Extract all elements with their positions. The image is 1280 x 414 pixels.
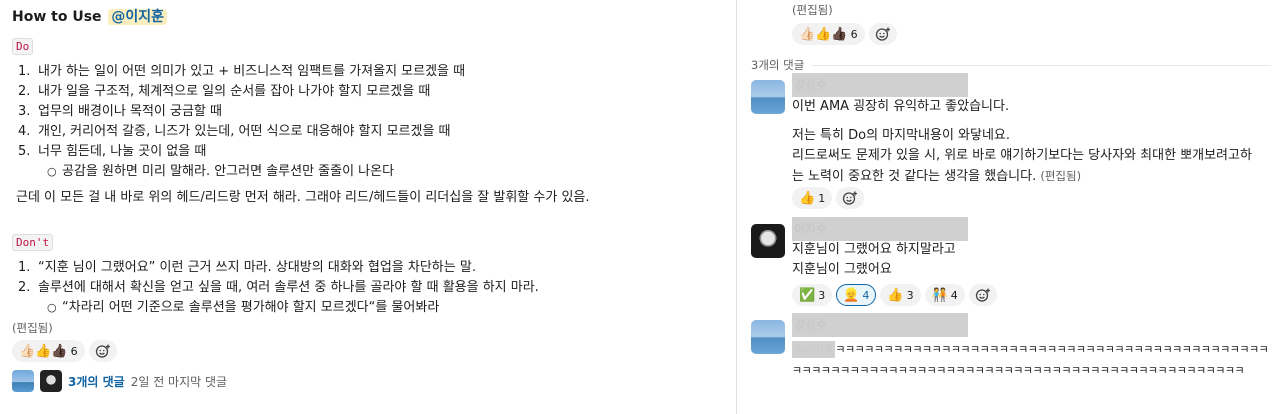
thumbs-up-icon: 👍 (887, 287, 904, 303)
reaction-thumbs[interactable]: 👍 1 (792, 187, 833, 209)
reply-count-divider: 3개의 댓글 (751, 57, 1271, 73)
dont-list: 1. “지훈 님이 그랬어요” 이런 근거 쓰지 마라. 상대방의 대화와 협업을… (12, 258, 539, 318)
message-pane: How to Use @이지훈 Do 1. 내가 하는 일이 어떤 의미가 있고 … (0, 0, 736, 414)
avatar[interactable] (751, 320, 785, 354)
person-icon: 👱 (843, 287, 860, 303)
message-text: 이번 AMA 굉장히 유익하고 좋았습니다. 저는 특히 Do의 마지막내용이 … (792, 99, 1252, 184)
sub-list-item: ○ 공감을 원하면 미리 말해라. 안그러면 솔루션만 줄줄이 나온다 (47, 164, 395, 179)
do-label: Do (12, 38, 34, 55)
edited-label: (편집됨) (1040, 169, 1082, 183)
reaction-thumbs[interactable]: 👍🏻👍👍🏿 6 (12, 340, 85, 362)
list-item: 1. 내가 하는 일이 어떤 의미가 있고 + 비즈니스적 임팩트를 가져올지 모… (18, 64, 466, 79)
do-list: 1. 내가 하는 일이 어떤 의미가 있고 + 비즈니스적 임팩트를 가져올지 모… (12, 62, 465, 182)
reaction-count: 3 (906, 288, 914, 302)
add-reaction-button[interactable] (868, 23, 897, 45)
list-item: 4. 개인, 커리어적 갈증, 니즈가 있는데, 어떤 식으로 대응해야 할지 모… (18, 124, 451, 139)
sender-name[interactable]: 강성수 (792, 313, 968, 337)
message-text: 지훈님이 그랬어요 하지말라고 지훈님이 그랬어요 (792, 242, 956, 277)
add-emoji-icon (95, 344, 110, 358)
reaction-thumbs[interactable]: 👍🏻👍👍🏿 6 (792, 23, 865, 45)
thumbs-up-icon: 👍🏻👍👍🏿 (19, 343, 68, 359)
title-text: How to Use (12, 9, 102, 25)
add-emoji-icon (843, 191, 858, 205)
thread-summary[interactable]: 3개의 댓글 2일 전 마지막 댓글 (12, 370, 227, 392)
add-reaction-button[interactable] (836, 187, 865, 209)
add-reaction-button[interactable] (968, 284, 997, 306)
list-item: 2. 솔루션에 대해서 확신을 얻고 싶을 때, 여러 솔루션 중 하나를 골라야… (18, 280, 539, 295)
message-text: @이지훈 ㅋㅋㅋㅋㅋㅋㅋㅋㅋㅋㅋㅋㅋㅋㅋㅋㅋㅋㅋㅋㅋㅋㅋㅋㅋㅋㅋㅋㅋㅋㅋㅋㅋㅋㅋㅋ… (792, 341, 1269, 377)
add-emoji-icon (875, 27, 890, 41)
reaction-count: 1 (818, 191, 826, 205)
list-item: 2. 내가 일을 구조적, 체계적으로 일의 순서를 잡아 나가야 할지 모르겠을… (18, 84, 431, 99)
reaction-bar: 👍🏻👍👍🏿 6 (792, 23, 897, 45)
reaction-count: 6 (70, 344, 78, 358)
avatar (12, 370, 34, 392)
reaction-count: 3 (818, 288, 826, 302)
reaction-bar: 👍🏻👍👍🏿 6 (12, 340, 117, 362)
page-title: How to Use @이지훈 (12, 7, 168, 27)
reaction-bar: ✅ 3 👱 4 👍 3 🧑‍🤝‍🧑 4 (792, 284, 997, 306)
reaction-check[interactable]: ✅ 3 (792, 284, 833, 306)
people-icon: 🧑‍🤝‍🧑 (931, 287, 948, 303)
user-mention[interactable]: @이지훈 (108, 9, 168, 25)
reaction-count: 4 (950, 288, 958, 302)
reaction-bar: 👍 1 (792, 187, 865, 209)
reply-count: 3개의 댓글 (751, 58, 805, 72)
check-mark-icon: ✅ (799, 287, 816, 303)
thread-last-reply: 2일 전 마지막 댓글 (130, 374, 228, 389)
sender-name[interactable]: 강성수 (792, 73, 968, 97)
user-mention[interactable]: @이지훈 (792, 341, 836, 358)
sub-list-item: ○ “차라리 어떤 기준으로 솔루션을 평가해야 할지 모르겠다“를 물어봐라 (47, 300, 440, 315)
thumbs-up-icon: 👍 (799, 190, 816, 206)
reaction-count: 4 (862, 288, 870, 302)
list-item: 1. “지훈 님이 그랬어요” 이런 근거 쓰지 마라. 상대방의 대화와 협업을… (18, 260, 476, 275)
reaction-thumbs[interactable]: 👍 3 (880, 284, 921, 306)
reaction-count: 6 (850, 27, 858, 41)
edited-label: (편집됨) (12, 321, 53, 335)
add-emoji-icon (975, 288, 990, 302)
add-reaction-button[interactable] (88, 340, 117, 362)
reaction-people[interactable]: 🧑‍🤝‍🧑 4 (924, 284, 965, 306)
do-paragraph: 근데 이 모든 걸 내 바로 위의 헤드/리드랑 먼저 해라. 그래야 리드/헤… (16, 190, 590, 205)
avatar[interactable] (751, 224, 785, 258)
reaction-person[interactable]: 👱 4 (836, 284, 877, 306)
avatar[interactable] (751, 80, 785, 114)
thread-reply-link[interactable]: 3개의 댓글 (68, 373, 125, 390)
sender-name[interactable]: 이지수 (792, 217, 968, 241)
thumbs-up-icon: 👍🏻👍👍🏿 (799, 26, 848, 42)
list-item: 5. 너무 힘든데, 나눌 곳이 없을 때 (18, 144, 207, 159)
dont-label: Don't (12, 234, 54, 251)
divider-line (812, 64, 1271, 66)
avatar (40, 370, 62, 392)
thread-pane: (편집됨) 👍🏻👍👍🏿 6 3개의 댓글 강성수 이번 AMA 굉장히 유익하고… (737, 0, 1280, 414)
edited-label: (편집됨) (792, 3, 833, 17)
list-item: 3. 업무의 배경이나 목적이 궁금할 때 (18, 104, 222, 119)
